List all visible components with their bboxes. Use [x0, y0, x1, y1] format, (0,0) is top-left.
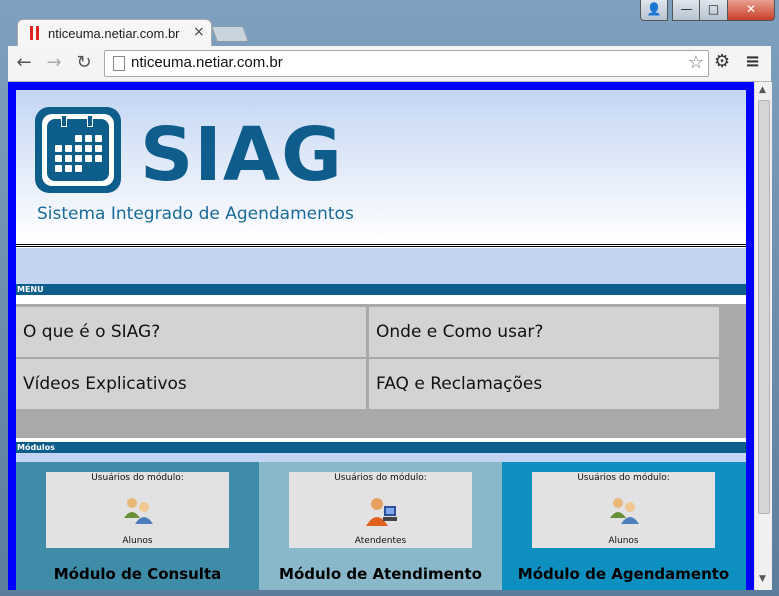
- divider: [16, 244, 746, 245]
- module-title: Módulo de Atendimento: [279, 565, 482, 583]
- close-icon: ✕: [745, 2, 757, 16]
- divider: [16, 246, 746, 247]
- minimize-button[interactable]: —: [672, 0, 701, 21]
- users-group-icon: [124, 498, 153, 524]
- star-bookmark-icon[interactable]: ☆: [688, 52, 704, 73]
- page-content: SIAG Sistema Integrado de Agendamentos M…: [16, 90, 746, 590]
- users-caption: Usuários do módulo:: [91, 473, 184, 483]
- reload-icon[interactable]: ↻: [72, 52, 96, 73]
- back-arrow-icon[interactable]: ←: [12, 52, 36, 73]
- minimize-icon: —: [680, 2, 693, 16]
- modules-row: Usuários do módulo: Alunos Módulo de Con…: [16, 462, 746, 590]
- user-icon: 👤: [646, 2, 662, 16]
- module-consulta[interactable]: Usuários do módulo: Alunos Módulo de Con…: [16, 462, 259, 590]
- maximize-icon: □: [707, 2, 720, 16]
- users-caption: Usuários do módulo:: [577, 473, 670, 483]
- new-tab-button[interactable]: [211, 26, 249, 42]
- module-users-card: Usuários do módulo: Alunos: [46, 472, 229, 548]
- menu-grid: O que é o SIAG? Onde e Como usar? Vídeos…: [16, 304, 746, 438]
- scrollbar-thumb[interactable]: [758, 100, 770, 514]
- user-profile-button[interactable]: 👤: [640, 0, 668, 21]
- close-window-button[interactable]: ✕: [727, 0, 775, 21]
- module-title: Módulo de Agendamento: [517, 565, 730, 583]
- site-header: SIAG Sistema Integrado de Agendamentos: [16, 90, 746, 243]
- page-icon: [113, 56, 125, 71]
- module-atendimento[interactable]: Usuários do módulo: Atendentes Módulo de…: [259, 462, 502, 590]
- vertical-scrollbar[interactable]: ▲ ▼: [754, 82, 772, 590]
- module-agendamento[interactable]: Usuários do módulo: Alunos Módulo de Age…: [502, 462, 746, 590]
- module-role: Alunos: [608, 536, 639, 546]
- brand-subtitle: Sistema Integrado de Agendamentos: [37, 204, 354, 224]
- attendant-icon: [366, 498, 397, 526]
- browser-toolbar: ← → ↻ nticeuma.netiar.com.br ☆ ⚙ ≡: [8, 46, 771, 82]
- brand-title: SIAG: [140, 112, 343, 198]
- hamburger-menu-icon[interactable]: ≡: [745, 51, 760, 72]
- module-role: Alunos: [122, 536, 153, 546]
- users-caption: Usuários do módulo:: [334, 473, 427, 483]
- menu-item-what-is-siag[interactable]: O que é o SIAG?: [16, 307, 366, 357]
- modules-section-label: Módulos: [16, 442, 746, 453]
- users-group-icon: [610, 498, 639, 524]
- browser-window: nticeuma.netiar.com.br × 👤 — □ ✕ ← → ↻ n…: [0, 0, 779, 596]
- module-role: Atendentes: [354, 536, 407, 546]
- maximize-button[interactable]: □: [699, 0, 728, 21]
- menu-section-label: MENU: [16, 284, 746, 295]
- modules-spacer: [16, 453, 746, 462]
- tab-title: nticeuma.netiar.com.br: [48, 26, 180, 41]
- calendar-logo-icon: [35, 107, 121, 193]
- module-users-card: Usuários do módulo: Alunos: [532, 472, 715, 548]
- module-users-card: Usuários do módulo: Atendentes: [289, 472, 472, 548]
- settings-gear-icon[interactable]: ⚙: [714, 51, 730, 72]
- address-bar[interactable]: nticeuma.netiar.com.br ☆: [104, 50, 709, 77]
- menu-item-videos[interactable]: Vídeos Explicativos: [16, 359, 366, 409]
- module-title: Módulo de Consulta: [53, 565, 222, 583]
- tab-close-icon[interactable]: ×: [193, 24, 205, 40]
- url-text: nticeuma.netiar.com.br: [131, 54, 283, 71]
- menu-item-where-how[interactable]: Onde e Como usar?: [369, 307, 719, 357]
- pause-favicon-icon: [30, 26, 39, 40]
- browser-tab[interactable]: nticeuma.netiar.com.br ×: [17, 19, 212, 47]
- menu-item-faq[interactable]: FAQ e Reclamações: [369, 359, 719, 409]
- page-viewport: SIAG Sistema Integrado de Agendamentos M…: [8, 82, 754, 590]
- header-band: [16, 248, 746, 284]
- forward-arrow-icon[interactable]: →: [42, 52, 66, 73]
- scroll-up-icon[interactable]: ▲: [759, 85, 766, 95]
- title-bar: nticeuma.netiar.com.br × 👤 — □ ✕: [0, 0, 779, 47]
- scroll-down-icon[interactable]: ▼: [759, 574, 766, 584]
